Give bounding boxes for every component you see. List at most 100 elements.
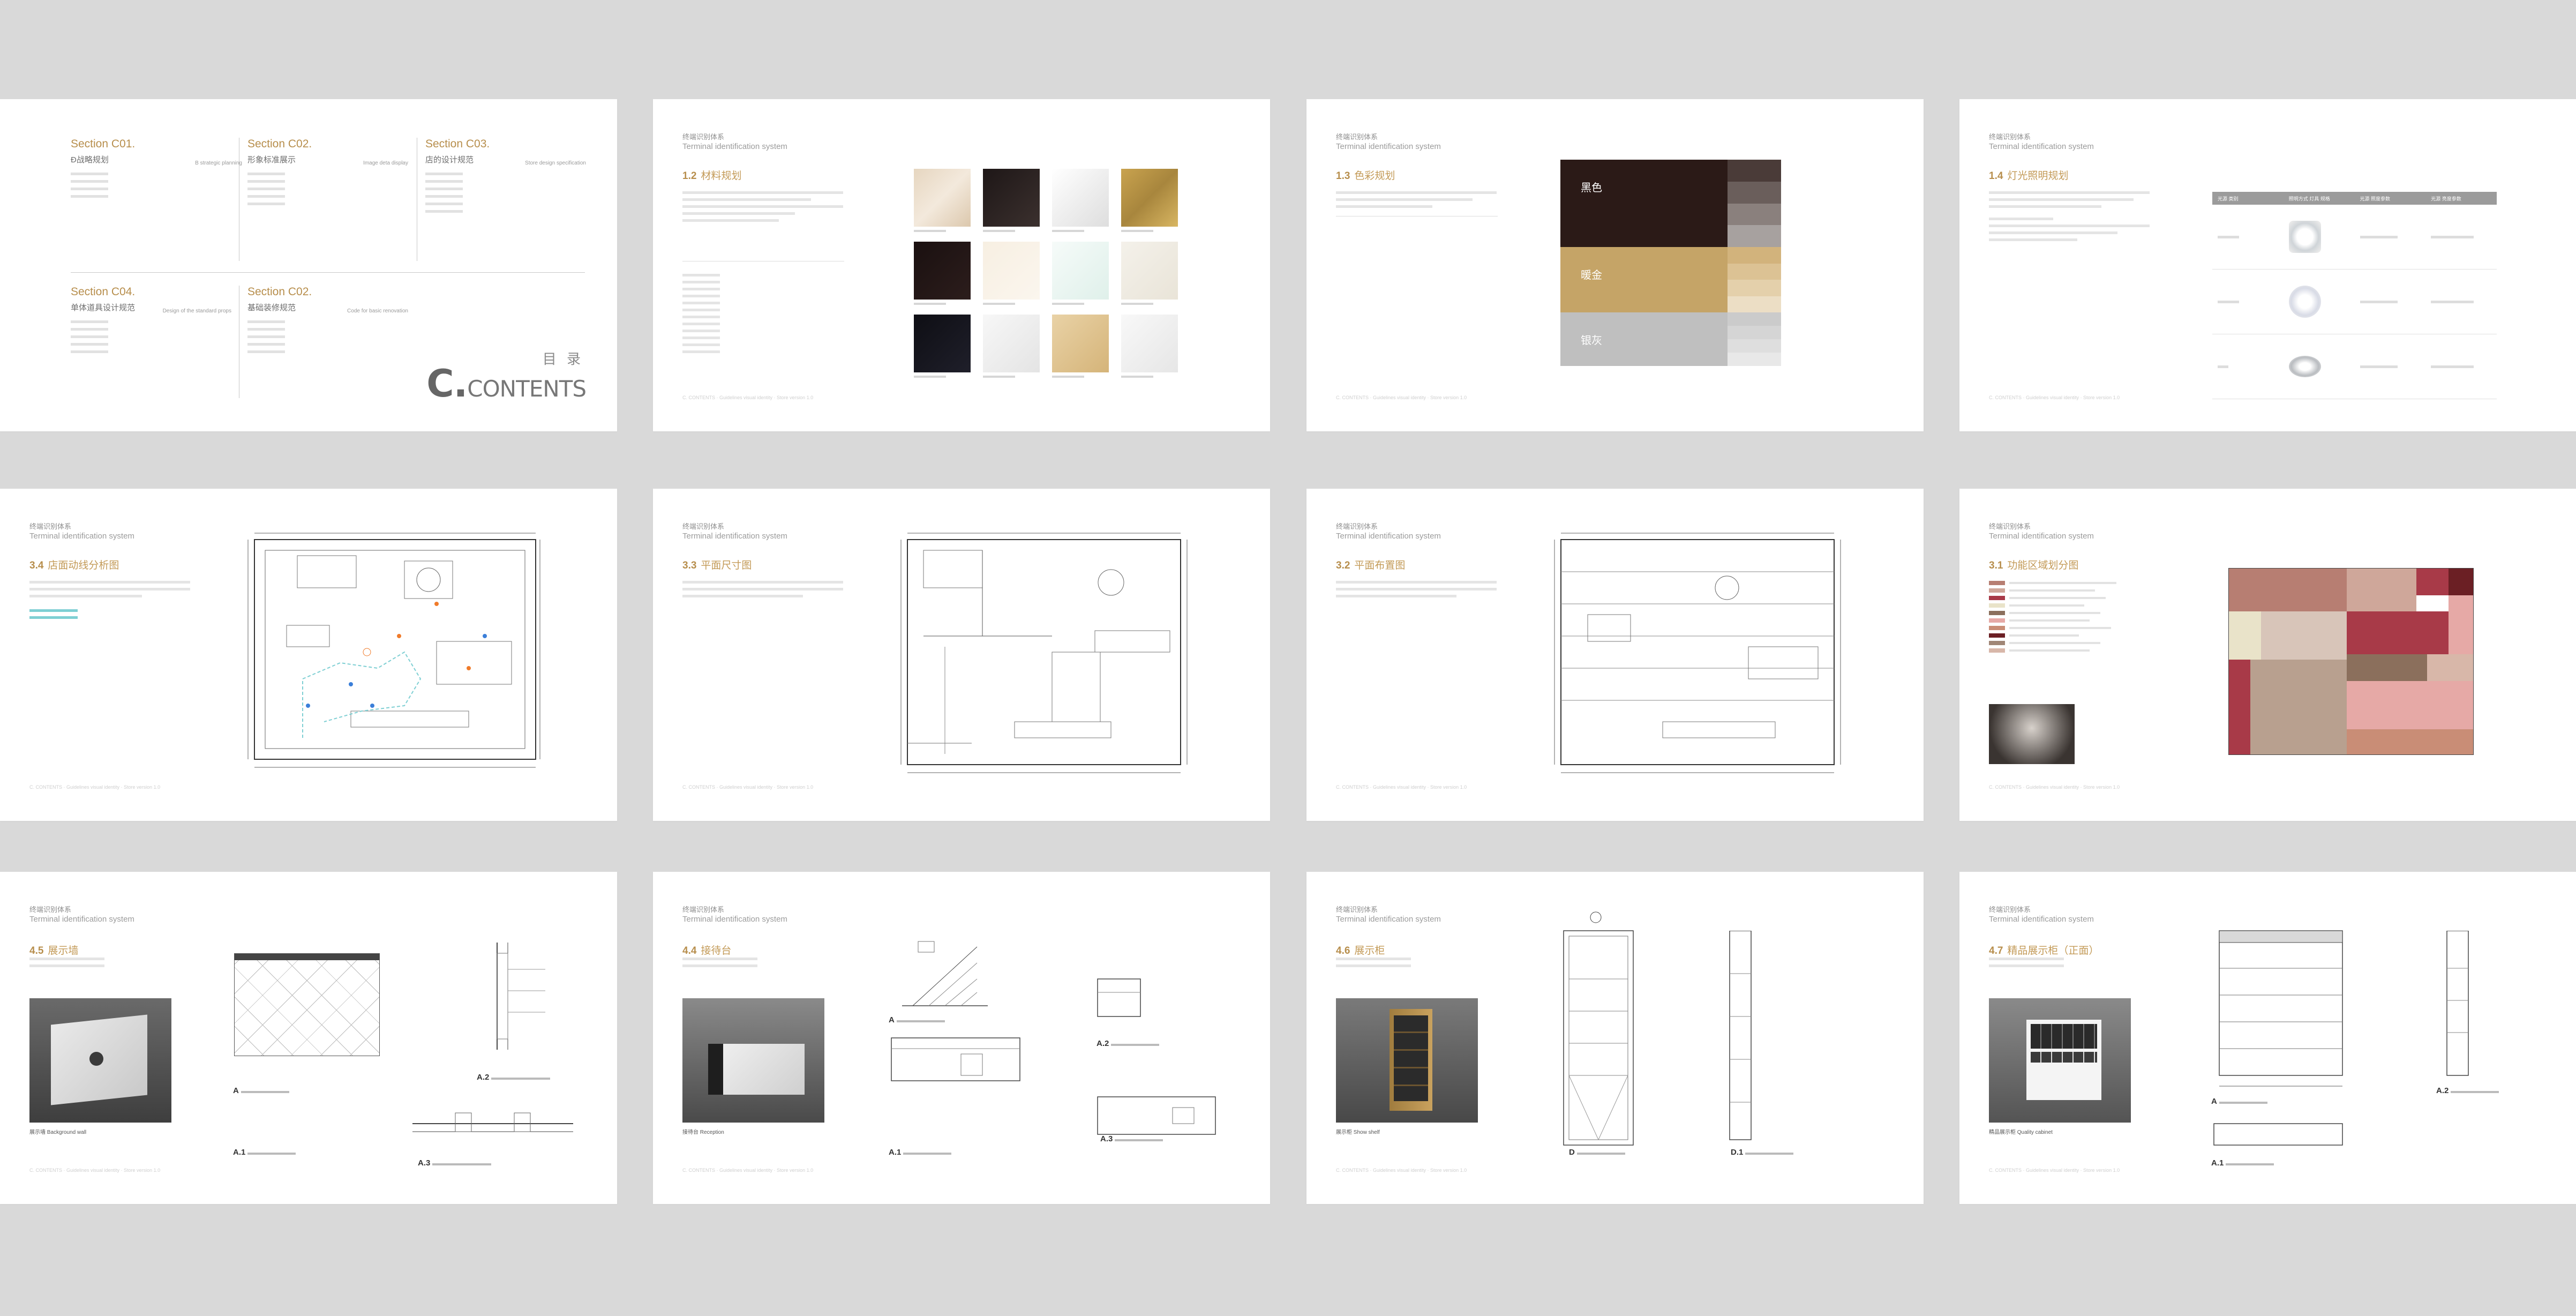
section-items (71, 320, 231, 353)
page-footer: C. CONTENTS · Guidelines visual identity… (1989, 784, 2120, 790)
palette-step (1728, 203, 1781, 226)
section-en-title: Store design specification (525, 160, 586, 166)
palette-block: 暖金 (1560, 247, 1781, 312)
header-cn: 终端识别体系 (682, 522, 725, 530)
page-footer: C. CONTENTS · Guidelines visual identity… (682, 395, 814, 400)
drawing-label: A (2211, 1097, 2267, 1106)
lamp-image (2284, 286, 2355, 318)
table-header-cell: 照明方式 灯具 规格 (2288, 196, 2330, 201)
section-heading: Section C01. (71, 138, 136, 150)
section-c03[interactable]: Section C03. 店的设计规范 Store design specifi… (425, 138, 586, 218)
section-c05[interactable]: Section C02. 基础装修规范 Code for basic renov… (247, 286, 408, 358)
header-cn: 终端识别体系 (29, 522, 72, 530)
section-en-title: Code for basic renovation (347, 308, 408, 314)
page-footer: C. CONTENTS · Guidelines visual identity… (682, 1168, 814, 1173)
lighting-page: 终端识别体系 Terminal identification system 1.… (1959, 99, 2576, 431)
spec-text (29, 958, 104, 971)
section-c04[interactable]: Section C04. 单体道具设计规范 Design of the stan… (71, 286, 231, 358)
section-items (247, 173, 408, 205)
drawing-label: D (1569, 1148, 1625, 1157)
photo-caption: 展示墙 Background wall (29, 1130, 87, 1135)
detail-drawing (412, 1112, 573, 1132)
section-heading: Section C02. (247, 286, 312, 298)
header-en: Terminal identification system (29, 915, 134, 924)
drawing-label: A.1 (2211, 1158, 2274, 1168)
table-row (2212, 334, 2497, 399)
material-swatch (1052, 315, 1109, 372)
palette-label: 黑色 (1581, 182, 1602, 194)
cabinet-plan-drawing (2213, 1123, 2343, 1146)
cabinet-section-drawing (2446, 931, 2469, 1076)
material-swatch (983, 169, 1040, 227)
spec-text (1336, 958, 1411, 971)
stair-drawing (902, 941, 988, 1006)
section-name: 店面动线分析图 (48, 560, 119, 571)
zone-map (2228, 568, 2474, 755)
page-footer: C. CONTENTS · Guidelines visual identity… (1336, 784, 1467, 790)
section-name: 功能区域划分图 (2007, 560, 2079, 571)
section-title: 3.3 平面尺寸图 (682, 557, 752, 572)
header-en: Terminal identification system (682, 532, 787, 541)
swatch-caption (914, 230, 946, 232)
photo-caption: 精品展示柜 Quality cabinet (1989, 1130, 2053, 1135)
top-drawing (1097, 1096, 1216, 1135)
section-c02[interactable]: Section C02. 形象标准展示 Image deta display (247, 138, 408, 210)
drawing-label: A (233, 1086, 289, 1095)
section-number: 1.3 (1336, 170, 1350, 182)
swatch-caption (914, 303, 946, 305)
section-c01[interactable]: Section C01. Ð战略规划 B strategic planning (71, 138, 242, 203)
reception-elevation (891, 1037, 1020, 1081)
reception-page: 终端识别体系 Terminal identification system 4.… (653, 872, 1270, 1204)
section-title: 1.3 色彩规划 (1336, 168, 1395, 182)
header-en: Terminal identification system (1336, 915, 1441, 924)
page-header: 终端识别体系 Terminal identification system (1989, 132, 2214, 152)
header-en: Terminal identification system (682, 142, 787, 151)
drawing-label: A.3 (1100, 1134, 1163, 1143)
section-name: 平面布置图 (1354, 560, 1406, 571)
display-wall-page: 终端识别体系 Terminal identification system 4.… (0, 872, 617, 1204)
palette-label: 银灰 (1581, 335, 1602, 347)
body-text (1989, 191, 2150, 245)
section-items (71, 173, 242, 198)
section-title: 1.2 材料规划 (682, 168, 741, 182)
header-cn: 终端识别体系 (1989, 522, 2031, 530)
page-header: 终端识别体系 Terminal identification system (1336, 522, 1561, 541)
page-header: 终端识别体系 Terminal identification system (682, 905, 907, 924)
section-heading: Section C04. (71, 286, 136, 298)
header-en: Terminal identification system (1989, 915, 2094, 924)
shelf-elevation-drawing (1563, 911, 1634, 1146)
materials-page: 终端识别体系 Terminal identification system 1.… (653, 99, 1270, 431)
table-header-cell: 光源 照度参数 (2360, 196, 2391, 201)
palette-step (1728, 326, 1781, 339)
palette-step (1728, 160, 1781, 182)
page-header: 终端识别体系 Terminal identification system (1336, 132, 1561, 152)
drawing-label: A.1 (233, 1148, 296, 1157)
colors-page: 终端识别体系 Terminal identification system 1.… (1306, 99, 1924, 431)
zones-page: 终端识别体系 Terminal identification system 3.… (1959, 489, 2576, 821)
photo-caption: 接待台 Reception (682, 1130, 724, 1135)
header-cn: 终端识别体系 (29, 906, 72, 914)
dimensions-page: 终端识别体系 Terminal identification system 3.… (653, 489, 1270, 821)
page-header: 终端识别体系 Terminal identification system (682, 132, 907, 152)
page-footer: C. CONTENTS · Guidelines visual identity… (29, 784, 161, 790)
materials-list (682, 274, 720, 357)
section-heading: Section C03. (425, 138, 490, 150)
section-number: 4.6 (1336, 945, 1350, 956)
header-cn: 终端识别体系 (1989, 906, 2031, 914)
page-header: 终端识别体系 Terminal identification system (1989, 905, 2214, 924)
swatch-caption (1052, 376, 1084, 378)
section-name: 材料规划 (701, 170, 742, 182)
floor-plan-drawing (1554, 533, 1841, 773)
store-render-photo (1989, 704, 2075, 764)
table-header: 光源 类别 照明方式 灯具 规格 光源 照度参数 光源 亮度参数 (2212, 192, 2497, 205)
material-swatch (983, 315, 1040, 372)
palette-label: 暖金 (1581, 270, 1602, 281)
page-header: 终端识别体系 Terminal identification system (682, 522, 907, 541)
material-swatch (983, 242, 1040, 300)
material-swatch (1052, 169, 1109, 227)
table-cell (2425, 365, 2497, 368)
drawing-label: D.1 (1731, 1148, 1794, 1157)
palette-steps (1728, 247, 1781, 312)
swatch-caption (1121, 376, 1153, 378)
section-title: 4.5 展示墙 (29, 943, 78, 957)
